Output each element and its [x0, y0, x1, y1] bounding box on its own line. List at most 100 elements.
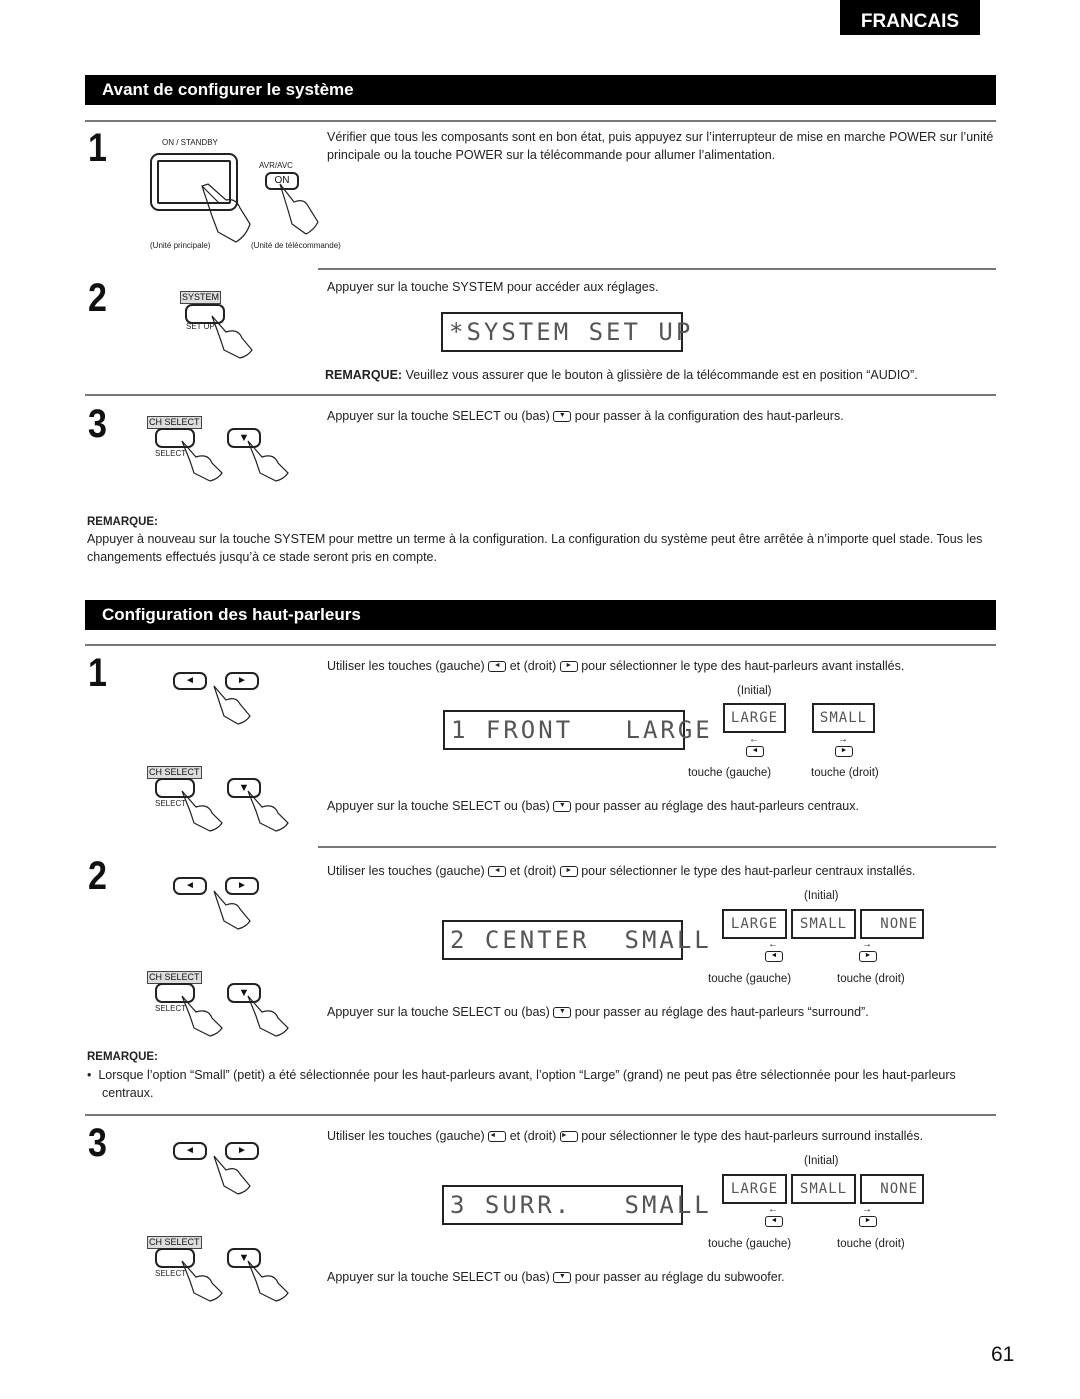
option-large: LARGE	[722, 909, 787, 939]
step-text: Appuyer sur la touche SYSTEM pour accéde…	[327, 280, 659, 294]
text-part: pour sélectionner le type des haut-parle…	[581, 659, 905, 673]
key-left-caption: touche (gauche)	[688, 767, 772, 779]
option-large: LARGE	[722, 1174, 787, 1204]
hand-icon	[181, 790, 223, 832]
avr-avc-label: AVR/AVC	[259, 161, 293, 170]
page-number: 61	[991, 1343, 1015, 1366]
hand-icon	[213, 890, 251, 930]
arrow-right-icon: →	[838, 734, 848, 745]
lcd-display: *SYSTEM SET UP	[441, 312, 690, 352]
divider	[85, 1114, 996, 1116]
step-text: Vérifier que tous les composants sont en…	[327, 130, 994, 162]
select-text: Appuyer sur la touche SELECT ou (bas) ▼ …	[327, 1003, 869, 1021]
text-part: Utiliser les touches (gauche)	[327, 864, 485, 878]
divider	[85, 394, 996, 396]
text-part: Appuyer sur la touche SELECT ou (bas)	[327, 799, 550, 813]
hand-icon	[211, 315, 253, 359]
section-title-configuration: Configuration des haut-parleurs	[85, 600, 996, 630]
step-number: 1	[88, 126, 107, 170]
text-part: et (droit)	[509, 659, 557, 673]
left-key-icon: ◄	[488, 1131, 507, 1143]
language-label: FRANCAIS	[860, 11, 960, 32]
key-left-caption: touche (gauche)	[708, 1238, 792, 1250]
right-key-icon: ►	[859, 1216, 877, 1227]
key-right-caption: touche (droit)	[837, 1238, 905, 1250]
left-key-icon: ◄	[746, 746, 764, 757]
left-arrow-icon: ◄	[185, 880, 195, 891]
option-small: SMALL	[812, 703, 875, 733]
text-part: Appuyer sur la touche SELECT ou (bas)	[327, 1270, 550, 1284]
left-arrow-icon: ◄	[185, 675, 195, 686]
step-text: Utiliser les touches (gauche) ◄ et (droi…	[327, 657, 904, 675]
key-left-caption: touche (gauche)	[708, 973, 792, 985]
down-key-icon: ▼	[553, 1272, 572, 1284]
text-part: pour sélectionner le type des haut-parle…	[581, 1129, 924, 1143]
initial-label: (Initial)	[804, 890, 839, 902]
left-button[interactable]: ◄	[173, 672, 207, 690]
step-number: 2	[88, 276, 107, 320]
lcd-display: 1 FRONT LARGE	[443, 710, 710, 750]
note-text: Veuillez vous assurer que le bouton à gl…	[402, 368, 918, 382]
step-number: 2	[88, 854, 107, 898]
text-part: Appuyer sur la touche SELECT ou (bas)	[327, 409, 550, 423]
system-label: SYSTEM	[180, 291, 222, 304]
note-remarque: REMARQUE: Veuillez vous assurer que le b…	[325, 366, 918, 384]
caption-remote-unit: (Unité de télécommande)	[251, 241, 341, 250]
hand-icon	[247, 440, 289, 482]
option-none: NONE	[860, 1174, 924, 1204]
hand-icon	[213, 1155, 251, 1195]
divider	[318, 268, 996, 270]
key-right-caption: touche (droit)	[811, 767, 879, 779]
divider	[85, 644, 996, 646]
remarque-text: Appuyer à nouveau sur la touche SYSTEM p…	[87, 532, 983, 564]
right-key-icon: ►	[859, 951, 877, 962]
left-key-icon: ◄	[765, 951, 783, 962]
hand-icon	[247, 1260, 289, 1302]
right-key-icon: ►	[559, 661, 578, 673]
text-part: pour passer au réglage du subwoofer.	[574, 1270, 785, 1284]
remarque-title: REMARQUE:	[87, 1051, 158, 1063]
select-text: Appuyer sur la touche SELECT ou (bas) ▼ …	[327, 797, 859, 815]
initial-label: (Initial)	[737, 685, 772, 697]
text-part: pour sélectionner le type des haut-parle…	[581, 864, 916, 878]
hand-icon	[247, 790, 289, 832]
step-text: Utiliser les touches (gauche) ◄ et (droi…	[327, 1127, 995, 1145]
right-key-icon: ►	[835, 746, 853, 757]
hand-icon	[201, 183, 251, 243]
divider	[318, 846, 996, 848]
text-part: et (droit)	[509, 864, 557, 878]
arrow-left-icon: ←	[768, 939, 778, 950]
lcd-display: 2 CENTER SMALL	[442, 920, 709, 960]
arrow-right-icon: →	[862, 939, 872, 950]
hand-icon	[181, 440, 223, 482]
left-arrow-icon: ◄	[185, 1145, 195, 1156]
text-part: pour passer à la configuration des haut-…	[574, 409, 844, 423]
right-key-icon: ►	[559, 866, 578, 878]
option-large: LARGE	[723, 703, 786, 733]
lcd-display: 3 SURR. SMALL	[442, 1185, 709, 1225]
down-key-icon: ▼	[553, 1007, 572, 1019]
divider	[85, 120, 996, 122]
step-number: 3	[88, 402, 107, 446]
right-key-icon: ►	[559, 1131, 578, 1143]
left-button[interactable]: ◄	[173, 877, 207, 895]
left-button[interactable]: ◄	[173, 1142, 207, 1160]
option-none: NONE	[860, 909, 924, 939]
arrow-left-icon: ←	[749, 734, 759, 745]
down-key-icon: ▼	[553, 411, 572, 423]
hand-icon	[181, 995, 223, 1037]
option-small: SMALL	[791, 1174, 856, 1204]
option-small: SMALL	[791, 909, 856, 939]
remarque-title: REMARQUE:	[87, 516, 158, 528]
arrow-right-icon: →	[862, 1204, 872, 1215]
select-text: Appuyer sur la touche SELECT ou (bas) ▼ …	[327, 1268, 785, 1286]
text-part: Utiliser les touches (gauche)	[327, 659, 485, 673]
left-key-icon: ◄	[488, 661, 507, 673]
text-part: Utiliser les touches (gauche)	[327, 1129, 485, 1143]
language-tab: FRANCAIS	[840, 0, 980, 35]
section-title-avant: Avant de configurer le système	[85, 75, 996, 105]
caption-main-unit: (Unité principale)	[150, 241, 211, 250]
bullet-text: Lorsque l’option “Small” (petit) a été s…	[98, 1068, 956, 1100]
remarque-bullet: • Lorsque l’option “Small” (petit) a été…	[87, 1068, 956, 1100]
text-part: Appuyer sur la touche SELECT ou (bas)	[327, 1005, 550, 1019]
